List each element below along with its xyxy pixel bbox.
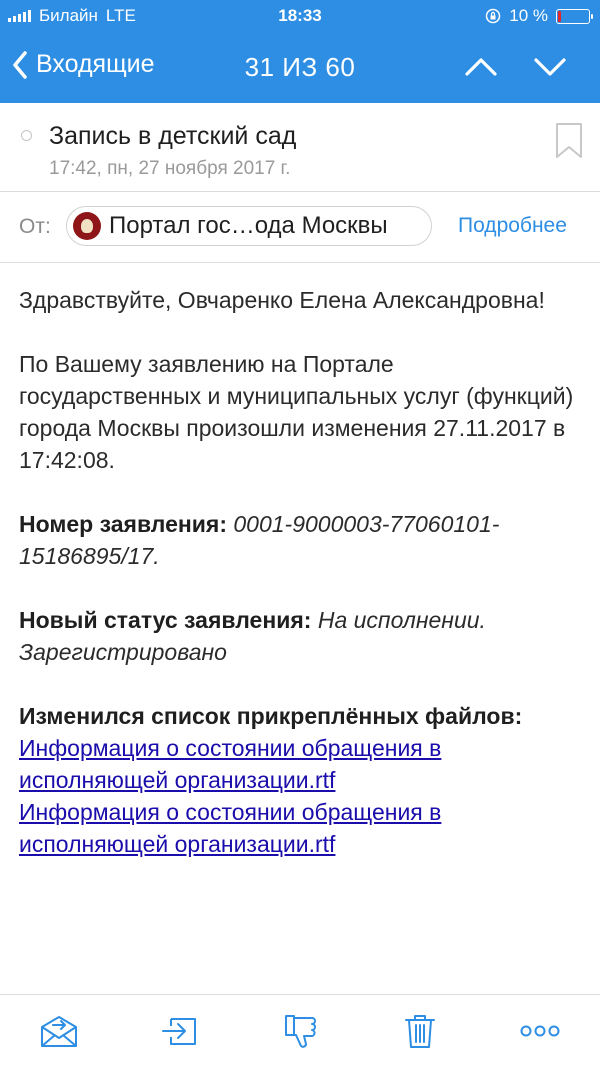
sender-chip[interactable]: Портал гос…ода Москвы xyxy=(66,206,432,246)
more-button[interactable] xyxy=(518,1011,562,1051)
application-status: Новый статус заявления: На исполнении. З… xyxy=(19,604,579,668)
rotation-lock-icon xyxy=(486,8,501,24)
spam-button[interactable] xyxy=(280,1011,324,1051)
trash-icon xyxy=(405,1015,435,1048)
attachment-link[interactable]: Информация о состоянии обращения в испол… xyxy=(19,799,441,857)
thumbs-down-icon xyxy=(285,1015,316,1048)
greeting-text: Здравствуйте, Овчаренко Елена Александро… xyxy=(19,287,545,313)
intro-text: По Вашему заявлению на Портале государст… xyxy=(19,351,574,473)
top-bar: Билайн LTE 18:33 10 % Входящие 31 ИЗ 60 xyxy=(0,0,600,103)
battery-percent: 10 % xyxy=(509,6,548,25)
unread-indicator[interactable] xyxy=(21,130,32,141)
chevron-up-icon xyxy=(465,58,497,76)
previous-message-button[interactable] xyxy=(464,48,498,89)
battery-level xyxy=(558,10,561,22)
application-number: Номер заявления: 0001-9000003-77060101-1… xyxy=(19,508,579,572)
next-message-button[interactable] xyxy=(533,48,567,89)
application-number-label: Номер заявления: xyxy=(19,511,227,537)
message-date: 17:42, пн, 27 ноября 2017 г. xyxy=(49,158,291,179)
message-body: Здравствуйте, Овчаренко Елена Александро… xyxy=(19,284,579,860)
move-button[interactable] xyxy=(37,1011,81,1051)
bookmark-icon xyxy=(556,123,582,158)
message-counter: 31 ИЗ 60 xyxy=(244,52,356,82)
sender-logo-icon xyxy=(73,212,101,240)
application-status-label: Новый статус заявления: xyxy=(19,607,312,633)
forward-button[interactable] xyxy=(158,1011,202,1051)
sender-row: От: Портал гос…ода Москвы Подробнее xyxy=(0,192,600,263)
mail-move-icon xyxy=(41,1016,77,1047)
sender-name: Портал гос…ода Москвы xyxy=(109,212,388,239)
forward-icon xyxy=(162,1018,196,1045)
from-label: От: xyxy=(19,215,51,238)
delete-button[interactable] xyxy=(398,1011,442,1051)
chevron-down-icon xyxy=(534,58,566,76)
attachments-label: Изменился список прикреплённых файлов: xyxy=(19,703,523,729)
status-bar: Билайн LTE 18:33 10 % xyxy=(0,0,600,34)
attachment-link[interactable]: Информация о состоянии обращения в испол… xyxy=(19,735,441,793)
nav-bar: Входящие 31 ИЗ 60 xyxy=(0,42,600,92)
bookmark-button[interactable] xyxy=(555,122,583,165)
bottom-toolbar xyxy=(0,994,600,1067)
attachments-section: Изменился список прикреплённых файлов: И… xyxy=(19,700,579,860)
message-subject: Запись в детский сад xyxy=(49,122,297,150)
battery-icon xyxy=(556,8,593,24)
more-icon xyxy=(520,1025,560,1037)
details-link[interactable]: Подробнее xyxy=(458,214,567,238)
message-header: Запись в детский сад 17:42, пн, 27 ноябр… xyxy=(0,103,600,192)
